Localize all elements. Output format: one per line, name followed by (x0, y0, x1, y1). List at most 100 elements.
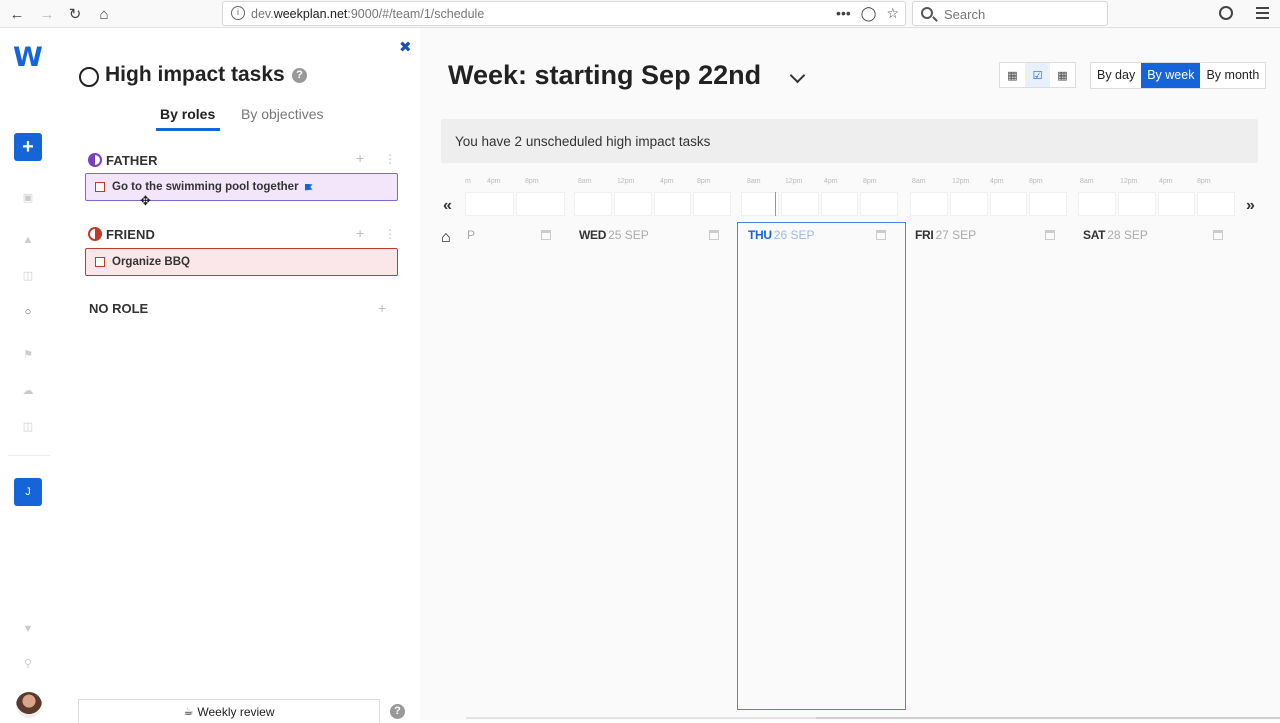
info-icon[interactable]: i (231, 6, 245, 20)
add-event-icon[interactable] (709, 230, 719, 240)
horizontal-scrollbar[interactable] (466, 717, 1280, 719)
account-icon[interactable] (1219, 6, 1233, 20)
week-title[interactable]: Week: starting Sep 22nd (448, 60, 761, 91)
add-button[interactable]: + (14, 133, 42, 161)
task-item[interactable]: Organize BBQ (85, 248, 398, 276)
mini-track (465, 192, 565, 216)
mini-timeline[interactable]: 8am 12pm 4pm 8pm (910, 178, 1067, 216)
banner-text: You have 2 unscheduled high impact tasks (455, 134, 711, 149)
pocket-icon[interactable]: ◯ (861, 5, 877, 22)
add-task-button[interactable]: + (356, 150, 364, 166)
by-month-button[interactable]: By month (1200, 63, 1265, 88)
mini-timeline[interactable]: 8am 12pm 4pm 8pm (741, 178, 898, 216)
time-label: 4pm (487, 178, 501, 185)
mini-timeline[interactable]: m 4pm 8pm (465, 178, 565, 216)
time-label: 8am (578, 178, 592, 185)
cloud-icon[interactable]: ☁ (21, 385, 35, 397)
reload-icon[interactable]: ↻ (64, 4, 86, 24)
mini-timeline[interactable]: 8am 12pm 4pm 8pm (1078, 178, 1235, 216)
time-label: 12pm (1120, 178, 1138, 185)
more-actions-icon[interactable]: ••• (836, 5, 851, 22)
weekplan-logo[interactable]: W (13, 42, 43, 73)
search-icon (921, 7, 933, 19)
search-rail-icon[interactable]: ⚲ (21, 658, 35, 670)
panel-title: High impact tasks (105, 63, 285, 86)
time-label: 8am (747, 178, 761, 185)
mini-track (741, 192, 898, 216)
close-icon[interactable]: ✖ (399, 38, 412, 56)
day-header[interactable]: SAT 28 SEP (1083, 228, 1148, 244)
url-bar[interactable]: i dev.weekplan.net:9000/#/team/1/schedul… (222, 1, 906, 26)
mini-labels: 8am 12pm 4pm 8pm (1078, 178, 1235, 190)
day-header[interactable]: P (465, 228, 475, 244)
chevron-down-icon[interactable] (789, 67, 806, 84)
day-of-week: FRI (915, 228, 934, 242)
time-label: 12pm (952, 178, 970, 185)
coffee-icon: ☕ (183, 706, 194, 718)
hamburger-menu-icon[interactable] (1256, 7, 1269, 19)
time-label: 8pm (863, 178, 877, 185)
task-checkbox[interactable] (95, 182, 105, 192)
flag-icon (304, 183, 313, 191)
previous-week-icon[interactable]: « (443, 197, 452, 215)
add-event-icon[interactable] (876, 230, 886, 240)
by-day-button[interactable]: By day (1091, 63, 1141, 88)
tab-by-objectives[interactable]: By objectives (241, 106, 323, 122)
calendar-check-view-icon[interactable]: ☑ (1025, 63, 1050, 87)
home-icon[interactable]: ⌂ (93, 4, 115, 24)
filter-icon[interactable]: ▼ (21, 623, 35, 635)
add-event-icon[interactable] (1213, 230, 1223, 240)
high-impact-icon[interactable]: ○ (21, 306, 35, 318)
flag-icon[interactable]: ⚑ (21, 349, 35, 361)
today-column[interactable] (737, 222, 906, 710)
next-week-icon[interactable]: » (1246, 197, 1255, 215)
add-event-icon[interactable] (541, 230, 551, 240)
mini-timeline[interactable]: 8am 12pm 4pm 8pm (574, 178, 731, 216)
user-button[interactable]: J (14, 478, 42, 506)
task-label: Go to the swimming pool together (112, 181, 299, 193)
time-label: 4pm (990, 178, 1004, 185)
calendar-view-icon[interactable]: ▦ (1000, 63, 1025, 87)
url-suffix: :9000/#/team/1/schedule (347, 7, 485, 21)
notifications-icon[interactable]: ▲ (21, 234, 35, 246)
avatar[interactable] (16, 692, 42, 718)
unscheduled-banner[interactable]: You have 2 unscheduled high impact tasks (441, 119, 1258, 163)
bookmark-star-icon[interactable]: ☆ (886, 5, 899, 22)
add-task-button[interactable]: + (378, 300, 386, 316)
day-header[interactable]: THU 26 SEP (748, 228, 814, 244)
add-task-button[interactable]: + (356, 225, 364, 241)
mini-labels: 8am 12pm 4pm 8pm (574, 178, 731, 190)
url-text[interactable]: dev.weekplan.net:9000/#/team/1/schedule (251, 7, 484, 21)
search-placeholder: Search (944, 7, 986, 22)
home-icon[interactable]: ⌂ (441, 229, 451, 247)
calendar-icon[interactable]: ▣ (21, 192, 35, 204)
role-menu-icon[interactable]: ⋮ (384, 152, 396, 166)
add-event-icon[interactable] (1045, 230, 1055, 240)
layout-icon[interactable]: ◫ (21, 270, 35, 282)
time-label: 4pm (660, 178, 674, 185)
task-item[interactable]: Go to the swimming pool together (85, 173, 398, 201)
forward-icon[interactable]: → (36, 4, 58, 24)
help-icon[interactable]: ? (292, 68, 307, 83)
back-icon[interactable]: ← (6, 4, 28, 24)
day-header[interactable]: WED 25 SEP (579, 228, 649, 244)
book-icon[interactable]: ◫ (21, 421, 35, 433)
role-menu-icon[interactable]: ⋮ (384, 227, 396, 241)
day-date: 27 SEP (935, 228, 977, 242)
day-of-week: WED (579, 228, 607, 242)
weekly-review-button[interactable]: ☕ Weekly review (78, 699, 380, 723)
mini-labels: 8am 12pm 4pm 8pm (741, 178, 898, 190)
tab-by-roles[interactable]: By roles (160, 106, 215, 122)
role-icon (88, 227, 102, 241)
task-checkbox[interactable] (95, 257, 105, 267)
browser-search-input[interactable]: Search (912, 1, 1108, 26)
scrollbar-thumb[interactable] (816, 717, 1280, 719)
role-name: FATHER (106, 152, 158, 168)
day-date: 25 SEP (608, 228, 649, 242)
help-icon[interactable]: ? (390, 704, 405, 719)
grid-view-icon[interactable]: ▦ (1050, 63, 1075, 87)
range-toggle: By day By week By month (1090, 62, 1267, 89)
by-week-button[interactable]: By week (1141, 63, 1201, 88)
high-impact-panel: ✖ High impact tasks ? By roles By object… (58, 28, 420, 723)
day-header[interactable]: FRI 27 SEP (915, 228, 976, 244)
